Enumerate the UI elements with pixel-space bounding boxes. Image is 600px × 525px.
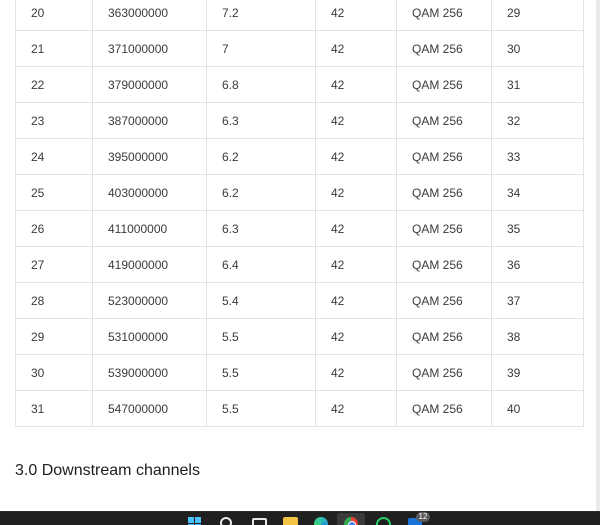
snr-cell: 42 — [315, 390, 397, 427]
snr-cell: 42 — [315, 354, 397, 391]
channel-id-cell: 28 — [15, 282, 93, 319]
search-icon[interactable] — [219, 516, 233, 525]
snr-cell: 42 — [315, 30, 397, 67]
channel-index-cell: 34 — [491, 174, 584, 211]
power-cell: 5.4 — [206, 282, 316, 319]
frequency-cell: 411000000 — [92, 210, 207, 247]
power-cell: 7 — [206, 30, 316, 67]
channel-id-cell: 22 — [15, 66, 93, 103]
frequency-cell: 523000000 — [92, 282, 207, 319]
modulation-cell: QAM 256 — [396, 174, 492, 211]
frequency-cell: 547000000 — [92, 390, 207, 427]
snr-cell: 42 — [315, 246, 397, 283]
file-explorer-icon[interactable] — [283, 516, 298, 525]
frequency-cell: 419000000 — [92, 246, 207, 283]
frequency-cell: 363000000 — [92, 0, 207, 31]
channel-id-cell: 26 — [15, 210, 93, 247]
power-cell: 6.2 — [206, 174, 316, 211]
table-row: 27 419000000 6.4 42 QAM 256 36 — [15, 246, 584, 283]
snr-cell: 42 — [315, 210, 397, 247]
channel-index-cell: 32 — [491, 102, 584, 139]
channel-index-cell: 40 — [491, 390, 584, 427]
channel-index-cell: 38 — [491, 318, 584, 355]
modulation-cell: QAM 256 — [396, 354, 492, 391]
modulation-cell: QAM 256 — [396, 210, 492, 247]
modulation-cell: QAM 256 — [396, 0, 492, 31]
channel-index-cell: 39 — [491, 354, 584, 391]
snr-cell: 42 — [315, 138, 397, 175]
power-cell: 6.8 — [206, 66, 316, 103]
table-row: 28 523000000 5.4 42 QAM 256 37 — [15, 282, 584, 319]
frequency-cell: 531000000 — [92, 318, 207, 355]
mail-notification-badge: 12 — [416, 512, 430, 522]
snr-cell: 42 — [315, 282, 397, 319]
channel-index-cell: 30 — [491, 30, 584, 67]
channel-id-cell: 24 — [15, 138, 93, 175]
channel-id-cell: 23 — [15, 102, 93, 139]
frequency-cell: 395000000 — [92, 138, 207, 175]
browser-page-view: 20 363000000 7.2 42 QAM 256 29 21 371000… — [0, 0, 600, 525]
power-cell: 7.2 — [206, 0, 316, 31]
snr-cell: 42 — [315, 174, 397, 211]
snr-cell: 42 — [315, 318, 397, 355]
chrome-icon[interactable] — [344, 516, 358, 525]
table-row: 29 531000000 5.5 42 QAM 256 38 — [15, 318, 584, 355]
channel-id-cell: 20 — [15, 0, 93, 31]
modulation-cell: QAM 256 — [396, 102, 492, 139]
channel-index-cell: 35 — [491, 210, 584, 247]
table-row: 25 403000000 6.2 42 QAM 256 34 — [15, 174, 584, 211]
table-row: 22 379000000 6.8 42 QAM 256 31 — [15, 66, 584, 103]
modulation-cell: QAM 256 — [396, 246, 492, 283]
frequency-cell: 379000000 — [92, 66, 207, 103]
table-row: 21 371000000 7 42 QAM 256 30 — [15, 30, 584, 67]
channel-index-cell: 29 — [491, 0, 584, 31]
windows-start-icon[interactable] — [188, 516, 202, 525]
channel-id-cell: 29 — [15, 318, 93, 355]
power-cell: 6.3 — [206, 102, 316, 139]
task-view-icon[interactable] — [251, 516, 267, 525]
modulation-cell: QAM 256 — [396, 390, 492, 427]
channel-id-cell: 21 — [15, 30, 93, 67]
power-cell: 5.5 — [206, 390, 316, 427]
frequency-cell: 371000000 — [92, 30, 207, 67]
modulation-cell: QAM 256 — [396, 138, 492, 175]
snr-cell: 42 — [315, 0, 397, 31]
power-cell: 6.2 — [206, 138, 316, 175]
whatsapp-icon[interactable] — [376, 516, 391, 525]
table-row: 24 395000000 6.2 42 QAM 256 33 — [15, 138, 584, 175]
section-heading: 3.0 Downstream channels — [15, 462, 200, 479]
modulation-cell: QAM 256 — [396, 66, 492, 103]
power-cell: 5.5 — [206, 318, 316, 355]
snr-cell: 42 — [315, 102, 397, 139]
edge-browser-icon[interactable] — [314, 516, 328, 525]
power-cell: 5.5 — [206, 354, 316, 391]
channel-id-cell: 30 — [15, 354, 93, 391]
channel-table-container: 20 363000000 7.2 42 QAM 256 29 21 371000… — [15, 0, 584, 427]
table-row: 26 411000000 6.3 42 QAM 256 35 — [15, 210, 584, 247]
snr-cell: 42 — [315, 66, 397, 103]
frequency-cell: 539000000 — [92, 354, 207, 391]
frequency-cell: 387000000 — [92, 102, 207, 139]
modulation-cell: QAM 256 — [396, 282, 492, 319]
frequency-cell: 403000000 — [92, 174, 207, 211]
channel-table: 20 363000000 7.2 42 QAM 256 29 21 371000… — [15, 0, 584, 427]
table-row: 23 387000000 6.3 42 QAM 256 32 — [15, 102, 584, 139]
channel-id-cell: 25 — [15, 174, 93, 211]
page-scrollbar[interactable] — [596, 0, 600, 511]
power-cell: 6.4 — [206, 246, 316, 283]
channel-id-cell: 31 — [15, 390, 93, 427]
channel-index-cell: 33 — [491, 138, 584, 175]
modulation-cell: QAM 256 — [396, 318, 492, 355]
channel-table-body: 20 363000000 7.2 42 QAM 256 29 21 371000… — [15, 0, 584, 427]
channel-index-cell: 31 — [491, 66, 584, 103]
channel-index-cell: 36 — [491, 246, 584, 283]
table-row: 31 547000000 5.5 42 QAM 256 40 — [15, 390, 584, 427]
modulation-cell: QAM 256 — [396, 30, 492, 67]
table-row: 20 363000000 7.2 42 QAM 256 29 — [15, 0, 584, 31]
windows-taskbar: 12 — [0, 511, 600, 525]
table-row: 30 539000000 5.5 42 QAM 256 39 — [15, 354, 584, 391]
power-cell: 6.3 — [206, 210, 316, 247]
channel-id-cell: 27 — [15, 246, 93, 283]
channel-index-cell: 37 — [491, 282, 584, 319]
